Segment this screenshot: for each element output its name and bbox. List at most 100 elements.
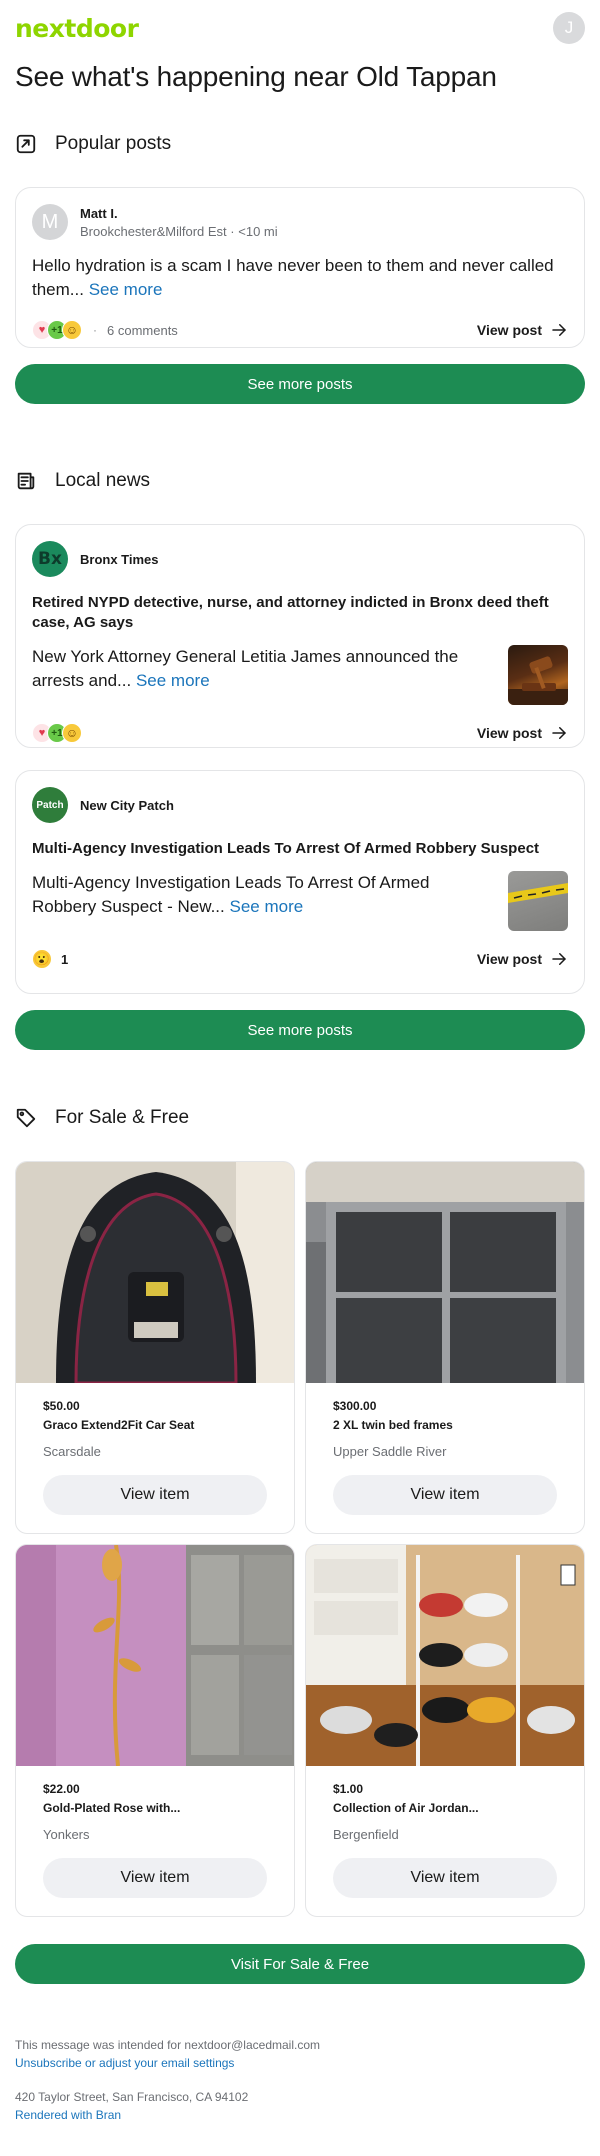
- author-name[interactable]: Matt I.: [80, 206, 278, 221]
- listing-location: Yonkers: [43, 1827, 90, 1842]
- visit-for-sale-button[interactable]: Visit For Sale & Free: [15, 1944, 585, 1984]
- user-avatar[interactable]: J: [553, 12, 585, 44]
- listing-card[interactable]: $50.00 Graco Extend2Fit Car Seat Scarsda…: [15, 1161, 295, 1534]
- listing-info: $22.00 Gold-Plated Rose with... Yonkers …: [16, 1766, 294, 1898]
- view-item-button[interactable]: View item: [333, 1475, 557, 1515]
- gold-rose-photo: [16, 1545, 294, 1766]
- listing-image[interactable]: [16, 1545, 294, 1766]
- reactions[interactable]: 😮 1: [32, 949, 68, 969]
- source-avatar[interactable]: Patch: [32, 787, 68, 823]
- listing-price: $50.00: [43, 1399, 80, 1413]
- view-post-label: View post: [476, 951, 542, 967]
- neighborhood: Brookchester&Milford Est: [80, 223, 227, 239]
- sneakers-photo: [306, 1545, 584, 1766]
- newspaper-icon: [17, 472, 35, 490]
- view-item-button[interactable]: View item: [43, 1475, 267, 1515]
- see-more-posts-button[interactable]: See more posts: [15, 364, 585, 404]
- popular-posts-header: Popular posts: [15, 129, 585, 159]
- view-post-label: View post: [476, 725, 542, 741]
- section-title: Local news: [55, 470, 151, 491]
- listing-location: Bergenfield: [333, 1827, 399, 1842]
- reactions[interactable]: ♥ +1 ☺: [32, 723, 82, 743]
- see-more-link[interactable]: See more: [136, 671, 210, 690]
- comment-count[interactable]: 6 comments: [107, 323, 178, 338]
- listing-title[interactable]: 2 XL twin bed frames: [333, 1418, 557, 1432]
- listing-title[interactable]: Gold-Plated Rose with...: [43, 1801, 267, 1815]
- view-item-button[interactable]: View item: [43, 1858, 267, 1898]
- nextdoor-logo[interactable]: nextdoor: [15, 14, 139, 43]
- top-bar: nextdoor J: [15, 0, 585, 56]
- police-tape-image: [508, 883, 568, 903]
- listing-card[interactable]: $300.00 2 XL twin bed frames Upper Saddl…: [305, 1161, 585, 1534]
- listing-price: $1.00: [333, 1782, 364, 1796]
- listing-price: $300.00: [333, 1399, 377, 1413]
- rendered-with-link[interactable]: Rendered with Bran: [15, 2106, 585, 2124]
- post-card[interactable]: M Matt I. Brookchester&Milford Est · <10…: [15, 187, 585, 348]
- source-name[interactable]: New City Patch: [80, 798, 174, 813]
- view-post-link[interactable]: View post: [477, 321, 568, 339]
- arrow-right-icon: [552, 324, 566, 336]
- email-page: nextdoor J See what's happening near Old…: [0, 0, 600, 2124]
- view-post-link[interactable]: View post: [477, 950, 568, 968]
- news-source-row: Patch New City Patch: [32, 787, 568, 823]
- see-more-posts-button[interactable]: See more posts: [15, 1010, 585, 1050]
- source-name[interactable]: Bronx Times: [80, 552, 159, 567]
- post-body: Hello hydration is a scam I have never b…: [32, 254, 568, 302]
- listing-title[interactable]: Collection of Air Jordan...: [333, 1801, 557, 1815]
- listing-title[interactable]: Graco Extend2Fit Car Seat: [43, 1418, 267, 1432]
- news-headline[interactable]: Multi-Agency Investigation Leads To Arre…: [32, 839, 568, 859]
- post-author-row: M Matt I. Brookchester&Milford Est · <10…: [32, 204, 568, 240]
- post-footer: ♥ +1 ☺ · 6 comments View post: [32, 318, 568, 342]
- dot-separator: ·: [93, 323, 97, 337]
- trending-icon: [16, 134, 36, 154]
- listing-info: $50.00 Graco Extend2Fit Car Seat Scarsda…: [16, 1383, 294, 1515]
- news-thumbnail[interactable]: [508, 645, 568, 705]
- news-thumbnail[interactable]: [508, 871, 568, 931]
- news-body: New York Attorney General Letitia James …: [32, 645, 496, 705]
- source-avatar[interactable]: Bx: [32, 541, 68, 577]
- intended-recipient-text: This message was intended for nextdoor@l…: [15, 2038, 320, 2052]
- news-headline[interactable]: Retired NYPD detective, nurse, and attor…: [32, 593, 568, 633]
- listing-info: $300.00 2 XL twin bed frames Upper Saddl…: [306, 1383, 584, 1515]
- listing-image[interactable]: [306, 1545, 584, 1766]
- arrow-right-icon: [552, 727, 566, 739]
- listing-card[interactable]: $1.00 Collection of Air Jordan... Bergen…: [305, 1544, 585, 1917]
- news-text: New York Attorney General Letitia James …: [32, 647, 459, 690]
- view-post-link[interactable]: View post: [477, 724, 568, 742]
- listing-location: Scarsdale: [43, 1444, 101, 1459]
- reactions[interactable]: ♥ +1 ☺ · 6 comments: [32, 320, 178, 340]
- company-address: 420 Taylor Street, San Francisco, CA 941…: [15, 2090, 249, 2104]
- see-more-link[interactable]: See more: [89, 280, 163, 299]
- see-more-link[interactable]: See more: [230, 897, 304, 916]
- news-body-row: Multi-Agency Investigation Leads To Arre…: [32, 871, 568, 931]
- unsubscribe-link[interactable]: Unsubscribe or adjust your email setting…: [15, 2054, 585, 2072]
- for-sale-grid: $50.00 Graco Extend2Fit Car Seat Scarsda…: [15, 1161, 585, 1917]
- listing-image[interactable]: [16, 1162, 294, 1383]
- section-title: For Sale & Free: [55, 1107, 190, 1128]
- listing-price: $22.00: [43, 1782, 80, 1796]
- local-news-header: Local news: [15, 466, 585, 496]
- email-footer: This message was intended for nextdoor@l…: [15, 1984, 585, 2124]
- news-body-row: New York Attorney General Letitia James …: [32, 645, 568, 705]
- section-title: Popular posts: [55, 133, 172, 154]
- car-seat-photo: [16, 1162, 294, 1383]
- author-avatar[interactable]: M: [32, 204, 68, 240]
- listing-info: $1.00 Collection of Air Jordan... Bergen…: [306, 1766, 584, 1898]
- view-item-button[interactable]: View item: [333, 1858, 557, 1898]
- page-headline: See what's happening near Old Tappan: [15, 61, 497, 92]
- price-tag-icon: [16, 1108, 36, 1128]
- bed-frames-photo: [306, 1162, 584, 1383]
- view-post-label: View post: [476, 322, 542, 338]
- news-source-row: Bx Bronx Times: [32, 541, 568, 577]
- news-card[interactable]: Patch New City Patch Multi-Agency Invest…: [15, 770, 585, 994]
- listing-card[interactable]: $22.00 Gold-Plated Rose with... Yonkers …: [15, 1544, 295, 1917]
- listing-image[interactable]: [306, 1162, 584, 1383]
- listing-location: Upper Saddle River: [333, 1444, 447, 1459]
- reaction-count: 1: [61, 951, 69, 967]
- gavel-image: [508, 656, 568, 705]
- news-card[interactable]: Bx Bronx Times Retired NYPD detective, n…: [15, 524, 585, 748]
- smile-reaction-icon: ☺: [62, 320, 82, 340]
- author-meta: Brookchester&Milford Est · <10 mi: [80, 224, 278, 239]
- smile-reaction-icon: ☺: [62, 723, 82, 743]
- arrow-right-icon: [552, 953, 566, 965]
